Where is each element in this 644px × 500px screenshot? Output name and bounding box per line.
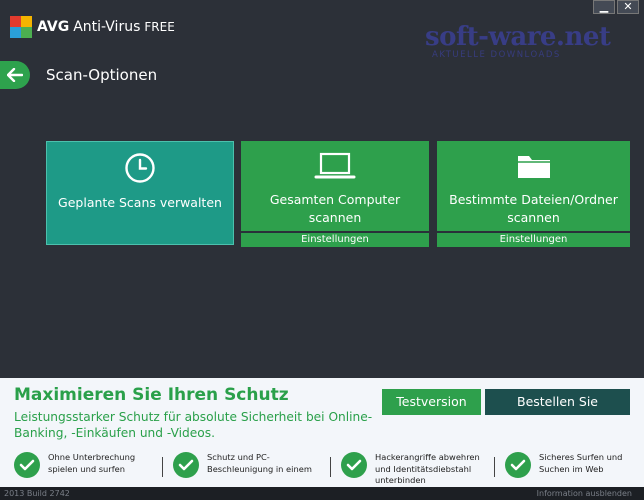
tile-label: Bestimmte Dateien/Ordner scannen [449, 192, 618, 225]
feature-item: Ohne Unterbrechung spielen und surfen [14, 452, 154, 488]
feature-item: Sicheres Surfen und Suchen im Web [505, 452, 635, 488]
watermark-tagline: AKTUELLE DOWNLOADS [432, 50, 561, 60]
checkmark-icon [173, 452, 199, 478]
checkmark-icon [505, 452, 531, 478]
promo-title: Maximieren Sie Ihren Schutz [14, 385, 289, 405]
upgrade-promo-panel: Maximieren Sie Ihren Schutz Leistungssta… [0, 378, 644, 487]
close-button[interactable]: ✕ [617, 0, 639, 14]
feature-text: Hackerangriffe abwehren und Identitätsdi… [375, 452, 480, 485]
tile-label: Geplante Scans verwalten [58, 195, 222, 210]
title-bar: AVG Anti-Virus FREE soft-ware.net AKTUELLE… [0, 0, 644, 60]
laptop-icon [314, 152, 356, 179]
version-label: 2013 Build 2742 [4, 489, 70, 498]
watermark-logo: soft-ware.net [425, 22, 611, 52]
page-title: Scan-Optionen [46, 66, 158, 84]
tile-label: Gesamten Computer scannen [269, 192, 401, 225]
feature-divider [494, 457, 495, 477]
arrow-left-icon [7, 68, 23, 82]
feature-divider [162, 457, 163, 477]
order-button[interactable]: Bestellen Sie [485, 389, 630, 415]
feature-item: Hackerangriffe abwehren und Identitätsdi… [341, 452, 491, 488]
promo-description: Leistungsstarker Schutz für absolute Sic… [14, 410, 373, 440]
checkmark-icon [341, 452, 367, 478]
app-title: AVG Anti-Virus FREE [37, 19, 175, 35]
full-scan-tile[interactable]: Gesamten Computer scannen [241, 141, 429, 231]
checkmark-icon [14, 452, 40, 478]
trial-button[interactable]: Testversion [382, 389, 481, 415]
feature-text: Ohne Unterbrechung spielen und surfen [48, 452, 136, 474]
app-edition: FREE [144, 20, 175, 34]
app-logo: AVG Anti-Virus FREE [10, 16, 175, 38]
feature-item: Schutz und PC-Beschleunigung in einem [173, 452, 323, 488]
avg-logo-icon [10, 16, 32, 38]
app-name: Anti-Virus [73, 19, 141, 35]
feature-text: Sicheres Surfen und Suchen im Web [539, 452, 623, 474]
status-bar: 2013 Build 2742 Information ausblenden [0, 487, 644, 500]
custom-scan-tile[interactable]: Bestimmte Dateien/Ordner scannen [437, 141, 630, 231]
full-scan-settings-link[interactable]: Einstellungen [241, 232, 429, 247]
feature-divider [330, 457, 331, 477]
clock-icon [125, 153, 155, 183]
app-brand: AVG [37, 19, 70, 35]
minimize-button[interactable]: ▁ [593, 0, 615, 14]
folder-icon [517, 156, 550, 178]
hide-info-link[interactable]: Information ausblenden [537, 487, 632, 500]
feature-text: Schutz und PC-Beschleunigung in einem [207, 452, 312, 474]
scheduled-scans-tile[interactable]: Geplante Scans verwalten [46, 141, 234, 245]
custom-scan-settings-link[interactable]: Einstellungen [437, 232, 630, 247]
back-button[interactable] [0, 61, 30, 89]
